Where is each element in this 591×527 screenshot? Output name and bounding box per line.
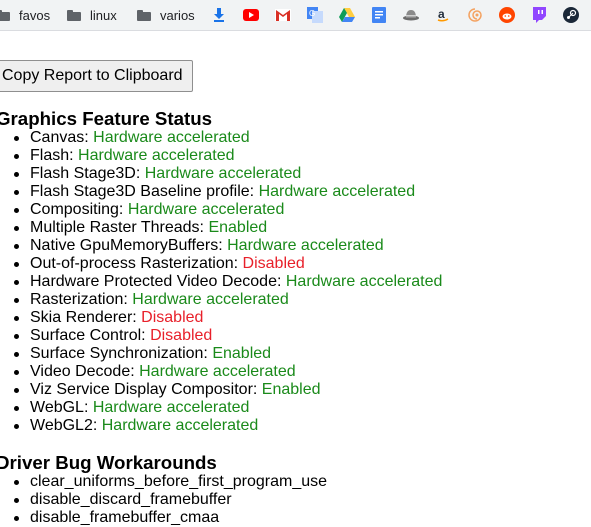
feature-status-value: Disabled bbox=[242, 255, 305, 272]
feature-status-item: Flash Stage3D Baseline profile: Hardware… bbox=[0, 183, 442, 201]
feature-name: Rasterization: bbox=[30, 291, 133, 308]
feature-name: WebGL2: bbox=[30, 417, 102, 434]
bookmark-folder-favos[interactable]: favos bbox=[0, 7, 50, 24]
copy-report-button[interactable]: Copy Report to Clipboard bbox=[0, 60, 193, 92]
feature-status-value: Enabled bbox=[261, 381, 321, 398]
drive-icon[interactable] bbox=[339, 7, 355, 23]
feature-status-item: Rasterization: Hardware accelerated bbox=[0, 291, 442, 309]
bookmarks-bar: favos linux varios G a bbox=[0, 0, 591, 31]
download-icon[interactable] bbox=[211, 7, 227, 23]
svg-text:G: G bbox=[309, 9, 315, 18]
bookmark-folder-label: favos bbox=[19, 8, 51, 23]
feature-name: Hardware Protected Video Decode: bbox=[30, 273, 286, 290]
bookmark-folder-label: linux bbox=[90, 8, 117, 23]
feature-status-value: Hardware accelerated bbox=[78, 147, 235, 164]
feature-name: Compositing: bbox=[30, 201, 128, 218]
feature-name: Out-of-process Rasterization: bbox=[30, 255, 243, 272]
feature-status-value: Hardware accelerated bbox=[93, 129, 250, 146]
hat-icon[interactable] bbox=[403, 7, 419, 23]
feature-status-item: Flash Stage3D: Hardware accelerated bbox=[0, 165, 442, 183]
feature-name: Viz Service Display Compositor: bbox=[30, 381, 262, 398]
feature-status-value: Enabled bbox=[208, 219, 268, 236]
twitch-icon[interactable] bbox=[531, 7, 547, 23]
feature-status-item: Multiple Raster Threads: Enabled bbox=[0, 219, 442, 237]
feature-status-item: Viz Service Display Compositor: Enabled bbox=[0, 381, 442, 399]
workaround-item: clear_uniforms_before_first_program_use bbox=[0, 473, 327, 491]
feature-status-item: WebGL: Hardware accelerated bbox=[0, 399, 442, 417]
feature-status-item: WebGL2: Hardware accelerated bbox=[0, 417, 442, 435]
feature-name: Surface Synchronization: bbox=[30, 345, 213, 362]
feature-name: Native GpuMemoryBuffers: bbox=[30, 237, 228, 254]
feature-name: WebGL: bbox=[30, 399, 93, 416]
bookmark-folder-varios[interactable]: varios bbox=[137, 7, 195, 24]
feature-status-item: Out-of-process Rasterization: Disabled bbox=[0, 255, 442, 273]
feature-name: Surface Control: bbox=[30, 327, 151, 344]
feature-status-value: Hardware accelerated bbox=[127, 201, 285, 218]
feature-status-item: Surface Control: Disabled bbox=[0, 327, 442, 345]
docs-icon[interactable] bbox=[371, 7, 387, 23]
feature-status-value: Hardware accelerated bbox=[227, 237, 384, 254]
bookmark-folder-linux[interactable]: linux bbox=[67, 7, 117, 24]
feature-status-value: Hardware accelerated bbox=[139, 363, 296, 380]
feature-status-item: Native GpuMemoryBuffers: Hardware accele… bbox=[0, 237, 442, 255]
feature-status-value: Disabled bbox=[141, 309, 204, 326]
feature-status-value: Enabled bbox=[212, 345, 272, 362]
feature-status-value: Hardware accelerated bbox=[101, 417, 259, 434]
driver-bug-workarounds-heading: Driver Bug Workarounds bbox=[0, 452, 217, 473]
feature-name: Multiple Raster Threads: bbox=[30, 219, 209, 236]
feature-status-value: Disabled bbox=[150, 327, 213, 344]
folder-icon bbox=[137, 10, 151, 21]
feature-name: Canvas: bbox=[30, 129, 94, 146]
youtube-icon[interactable] bbox=[243, 7, 259, 23]
swirl-icon[interactable] bbox=[467, 7, 483, 23]
feature-status-item: Flash: Hardware accelerated bbox=[0, 147, 442, 165]
amazon-icon[interactable]: a bbox=[435, 7, 451, 23]
svg-text:a: a bbox=[438, 8, 445, 21]
feature-name: Video Decode: bbox=[30, 363, 140, 380]
feature-status-value: Hardware accelerated bbox=[285, 273, 443, 290]
steam-icon[interactable] bbox=[563, 7, 579, 23]
folder-icon bbox=[0, 10, 10, 21]
feature-status-item: Video Decode: Hardware accelerated bbox=[0, 363, 442, 381]
feature-name: Flash Stage3D Baseline profile: bbox=[30, 183, 259, 200]
feature-status-value: Hardware accelerated bbox=[92, 399, 250, 416]
folder-icon bbox=[67, 10, 81, 21]
feature-name: Flash: bbox=[30, 147, 79, 164]
feature-name: Skia Renderer: bbox=[30, 309, 142, 326]
feature-status-item: Compositing: Hardware accelerated bbox=[0, 201, 442, 219]
feature-status-value: Hardware accelerated bbox=[144, 165, 302, 182]
bookmark-folder-label: varios bbox=[160, 8, 195, 23]
feature-status-item: Hardware Protected Video Decode: Hardwar… bbox=[0, 273, 442, 291]
graphics-feature-list: Canvas: Hardware accelerated Flash: Hardw… bbox=[0, 129, 442, 435]
graphics-feature-status-heading: Graphics Feature Status bbox=[0, 108, 213, 129]
feature-status-item: Surface Synchronization: Enabled bbox=[0, 345, 442, 363]
workaround-item: disable_discard_framebuffer bbox=[0, 491, 327, 509]
workaround-item: disable_framebuffer_cmaa bbox=[0, 509, 327, 527]
gmail-icon[interactable] bbox=[275, 7, 291, 23]
translate-icon[interactable]: G bbox=[307, 7, 323, 23]
feature-status-value: Hardware accelerated bbox=[258, 183, 416, 200]
feature-name: Flash Stage3D: bbox=[30, 165, 145, 182]
feature-status-value: Hardware accelerated bbox=[132, 291, 289, 308]
feature-status-item: Canvas: Hardware accelerated bbox=[0, 129, 442, 147]
reddit-icon[interactable] bbox=[499, 7, 515, 23]
feature-status-item: Skia Renderer: Disabled bbox=[0, 309, 442, 327]
